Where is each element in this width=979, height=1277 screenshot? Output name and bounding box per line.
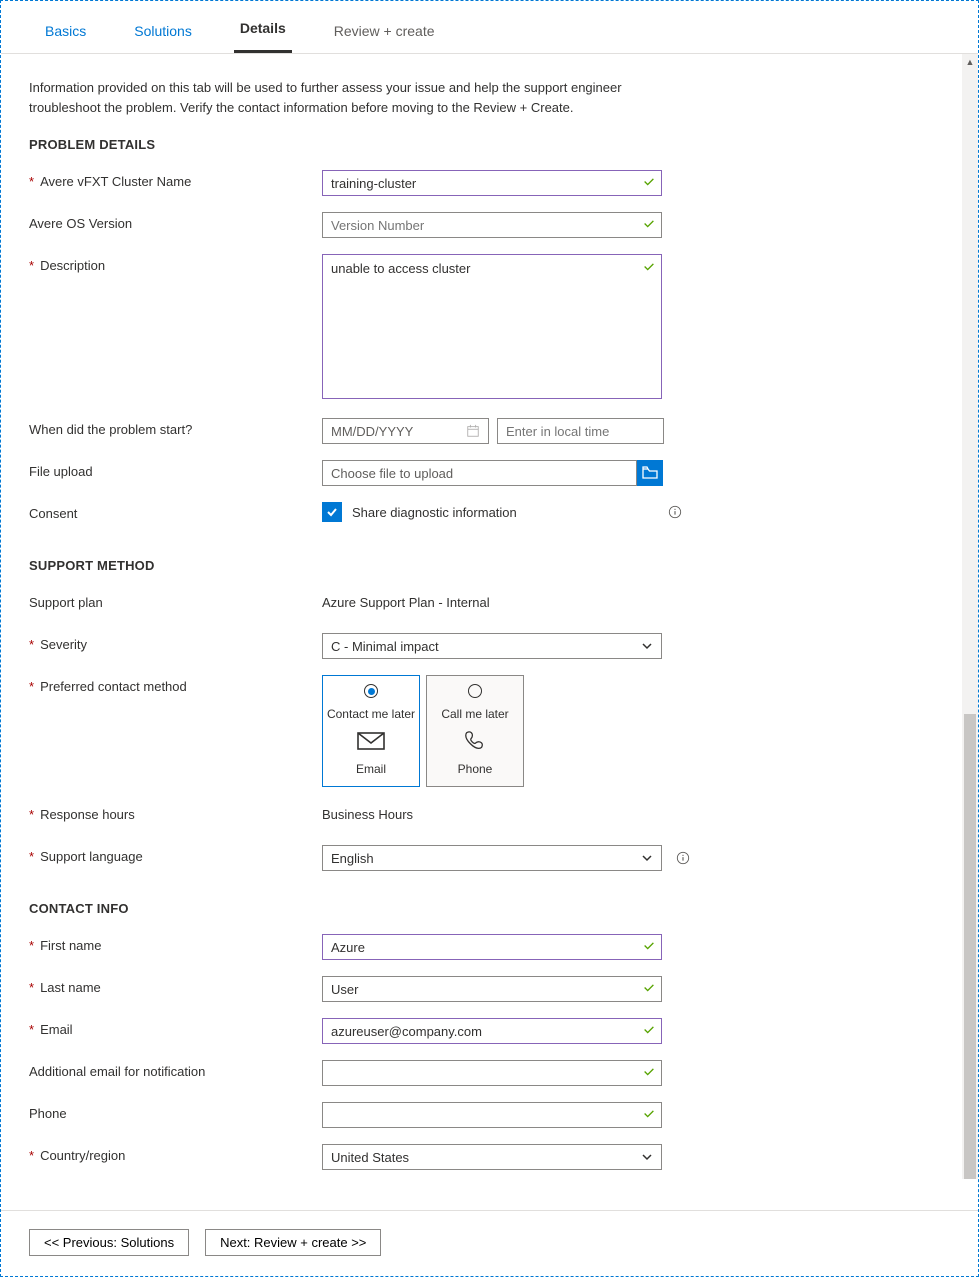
required-marker: *: [29, 679, 34, 694]
email-input[interactable]: [322, 1018, 662, 1044]
scroll-up-arrow[interactable]: ▲: [962, 54, 978, 70]
when-label: When did the problem start?: [29, 422, 192, 437]
response-hours-label: Response hours: [40, 807, 135, 822]
required-marker: *: [29, 258, 34, 273]
description-textarea[interactable]: unable to access cluster: [322, 254, 662, 399]
chevron-down-icon: [641, 852, 653, 864]
chevron-down-icon: [641, 640, 653, 652]
country-select[interactable]: United States: [322, 1144, 662, 1170]
os-version-input[interactable]: [322, 212, 662, 238]
card-email-bottom: Email: [356, 762, 386, 776]
folder-icon: [642, 466, 658, 480]
section-contact-info: CONTACT INFO: [29, 901, 950, 916]
additional-email-label: Additional email for notification: [29, 1064, 205, 1079]
vertical-scrollbar[interactable]: ▲ ▼: [962, 54, 978, 1179]
file-upload-input[interactable]: Choose file to upload: [322, 460, 637, 486]
mail-icon: [356, 729, 386, 753]
severity-label: Severity: [40, 637, 87, 652]
phone-input[interactable]: [322, 1102, 662, 1128]
os-version-label: Avere OS Version: [29, 216, 132, 231]
tab-bar: Basics Solutions Details Review + create: [1, 1, 978, 54]
radio-email: [364, 684, 378, 698]
section-problem-details: PROBLEM DETAILS: [29, 137, 950, 152]
consent-checkbox-label: Share diagnostic information: [352, 505, 517, 520]
description-label: Description: [40, 258, 105, 273]
email-label: Email: [40, 1022, 73, 1037]
card-email-top: Contact me later: [327, 707, 415, 721]
card-phone-top: Call me later: [441, 707, 508, 721]
radio-phone: [468, 684, 482, 698]
required-marker: *: [29, 1022, 34, 1037]
tab-details[interactable]: Details: [234, 6, 292, 53]
consent-label: Consent: [29, 506, 77, 521]
file-browse-button[interactable]: [637, 460, 663, 486]
next-button[interactable]: Next: Review + create >>: [205, 1229, 381, 1256]
scrollbar-thumb[interactable]: [964, 714, 976, 1179]
required-marker: *: [29, 849, 34, 864]
required-marker: *: [29, 980, 34, 995]
required-marker: *: [29, 174, 34, 189]
file-upload-label: File upload: [29, 464, 93, 479]
cluster-name-input[interactable]: [322, 170, 662, 196]
card-phone-bottom: Phone: [458, 762, 493, 776]
last-name-input[interactable]: [322, 976, 662, 1002]
required-marker: *: [29, 1148, 34, 1163]
additional-email-input[interactable]: [322, 1060, 662, 1086]
response-hours-value: Business Hours: [322, 803, 413, 822]
calendar-icon: [466, 424, 480, 438]
footer-nav: << Previous: Solutions Next: Review + cr…: [1, 1210, 978, 1276]
section-support-method: SUPPORT METHOD: [29, 558, 950, 573]
required-marker: *: [29, 807, 34, 822]
first-name-input[interactable]: [322, 934, 662, 960]
tab-solutions[interactable]: Solutions: [128, 9, 198, 53]
contact-method-label: Preferred contact method: [40, 679, 187, 694]
info-icon[interactable]: [676, 851, 690, 865]
intro-text: Information provided on this tab will be…: [29, 78, 649, 117]
contact-method-email-card[interactable]: Contact me later Email: [322, 675, 420, 787]
contact-method-phone-card[interactable]: Call me later Phone: [426, 675, 524, 787]
required-marker: *: [29, 637, 34, 652]
support-language-select[interactable]: English: [322, 845, 662, 871]
country-label: Country/region: [40, 1148, 125, 1163]
cluster-name-label: Avere vFXT Cluster Name: [40, 174, 191, 189]
time-input[interactable]: [497, 418, 664, 444]
phone-label: Phone: [29, 1106, 67, 1121]
phone-icon: [460, 729, 490, 753]
severity-select[interactable]: C - Minimal impact: [322, 633, 662, 659]
tab-review-create[interactable]: Review + create: [328, 9, 441, 53]
required-marker: *: [29, 938, 34, 953]
support-plan-value: Azure Support Plan - Internal: [322, 591, 490, 610]
consent-checkbox[interactable]: [322, 502, 342, 522]
first-name-label: First name: [40, 938, 101, 953]
support-plan-label: Support plan: [29, 595, 103, 610]
info-icon[interactable]: [668, 505, 682, 519]
form-scroll-area: Information provided on this tab will be…: [1, 54, 978, 1179]
previous-button[interactable]: << Previous: Solutions: [29, 1229, 189, 1256]
chevron-down-icon: [641, 1151, 653, 1163]
last-name-label: Last name: [40, 980, 101, 995]
tab-basics[interactable]: Basics: [39, 9, 92, 53]
support-language-label: Support language: [40, 849, 143, 864]
date-input[interactable]: MM/DD/YYYY: [322, 418, 489, 444]
